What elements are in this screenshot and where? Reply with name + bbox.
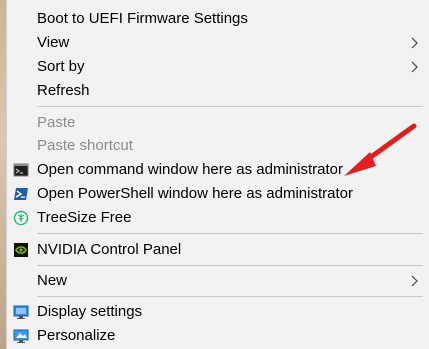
menu-separator	[37, 265, 423, 266]
menu-separator	[37, 106, 423, 107]
menu-item-label: Personalize	[37, 327, 116, 344]
menu-item-nvidia[interactable]: NVIDIA Control Panel	[7, 238, 429, 262]
menu-item-refresh[interactable]: Refresh	[7, 79, 429, 103]
menu-item-boot-uefi[interactable]: Boot to UEFI Firmware Settings	[7, 7, 429, 31]
menu-item-label: Display settings	[37, 303, 143, 320]
menu-item-label: NVIDIA Control Panel	[37, 241, 182, 258]
command-prompt-icon	[13, 162, 29, 178]
menu-item-label: Paste	[37, 114, 76, 131]
menu-separator	[37, 233, 423, 234]
chevron-right-icon	[409, 31, 419, 55]
menu-item-display-settings[interactable]: Display settings	[7, 300, 429, 324]
nvidia-icon	[13, 242, 29, 258]
menu-item-label: Sort by	[37, 58, 85, 75]
menu-item-label: Paste shortcut	[37, 137, 133, 154]
menu-item-label: Refresh	[37, 82, 90, 99]
chevron-right-icon	[409, 55, 419, 79]
menu-item-label: View	[37, 34, 70, 51]
menu-item-label: Open command window here as administrato…	[37, 161, 343, 178]
menu-item-label: TreeSize Free	[37, 209, 132, 226]
treesize-icon	[13, 210, 29, 226]
menu-item-new[interactable]: New	[7, 269, 429, 293]
personalize-icon	[13, 328, 29, 344]
chevron-right-icon	[409, 269, 419, 293]
menu-item-sort-by[interactable]: Sort by	[7, 55, 429, 79]
menu-item-label: Boot to UEFI Firmware Settings	[37, 10, 248, 27]
menu-item-personalize[interactable]: Personalize	[7, 324, 429, 348]
display-icon	[13, 304, 29, 320]
annotation-arrow	[344, 123, 417, 176]
powershell-icon	[13, 186, 29, 202]
menu-item-label: Open PowerShell window here as administr…	[37, 185, 353, 202]
menu-separator	[37, 296, 423, 297]
menu-item-treesize[interactable]: TreeSize Free	[7, 206, 429, 230]
menu-item-view[interactable]: View	[7, 31, 429, 55]
menu-item-label: New	[37, 272, 68, 289]
